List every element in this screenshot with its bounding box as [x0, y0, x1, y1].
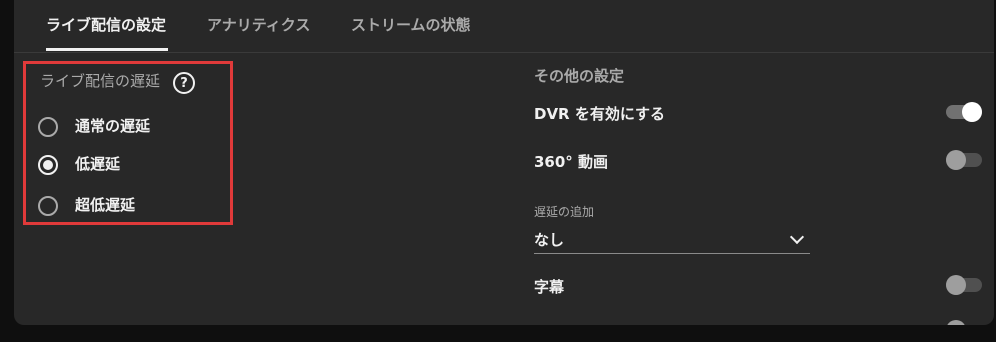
help-icon[interactable]: ? — [173, 72, 195, 94]
radio-checked-icon[interactable] — [38, 155, 58, 175]
radio-label-normal: 通常の遅延 — [75, 117, 151, 135]
radio-label-ultra-low: 超低遅延 — [75, 196, 136, 214]
tab-bar: ライブ配信の設定 アナリティクス ストリームの状態 — [14, 0, 994, 53]
delay-dropdown-label: 遅延の追加 — [534, 205, 595, 219]
other-settings-heading: その他の設定 — [534, 67, 625, 85]
settings-panel: ライブ配信の設定 アナリティクス ストリームの状態 ライブ配信の遅延 ? 通常の… — [14, 0, 994, 325]
delay-dropdown-value: なし — [534, 231, 565, 249]
partial-toggle-knob — [946, 320, 966, 325]
video360-toggle[interactable] — [946, 150, 982, 170]
captions-label: 字幕 — [534, 278, 565, 296]
toggle-knob — [946, 150, 966, 170]
radio-unchecked-icon[interactable] — [38, 117, 58, 137]
active-tab-indicator — [46, 48, 168, 51]
captions-toggle[interactable] — [946, 275, 982, 295]
toggle-knob — [946, 275, 966, 295]
video360-label: 360° 動画 — [534, 153, 609, 171]
latency-section-label: ライブ配信の遅延 — [40, 72, 161, 90]
dvr-label: DVR を有効にする — [534, 105, 665, 123]
delay-dropdown[interactable]: なし — [534, 226, 810, 254]
radio-label-low: 低遅延 — [75, 155, 121, 173]
toggle-knob — [962, 102, 982, 122]
radio-unchecked-icon[interactable] — [38, 196, 58, 216]
dvr-toggle[interactable] — [946, 102, 982, 122]
tab-live-settings[interactable]: ライブ配信の設定 — [46, 14, 166, 35]
tab-analytics[interactable]: アナリティクス — [207, 14, 310, 35]
chevron-down-icon — [789, 229, 805, 245]
tab-stream-health[interactable]: ストリームの状態 — [351, 14, 471, 35]
